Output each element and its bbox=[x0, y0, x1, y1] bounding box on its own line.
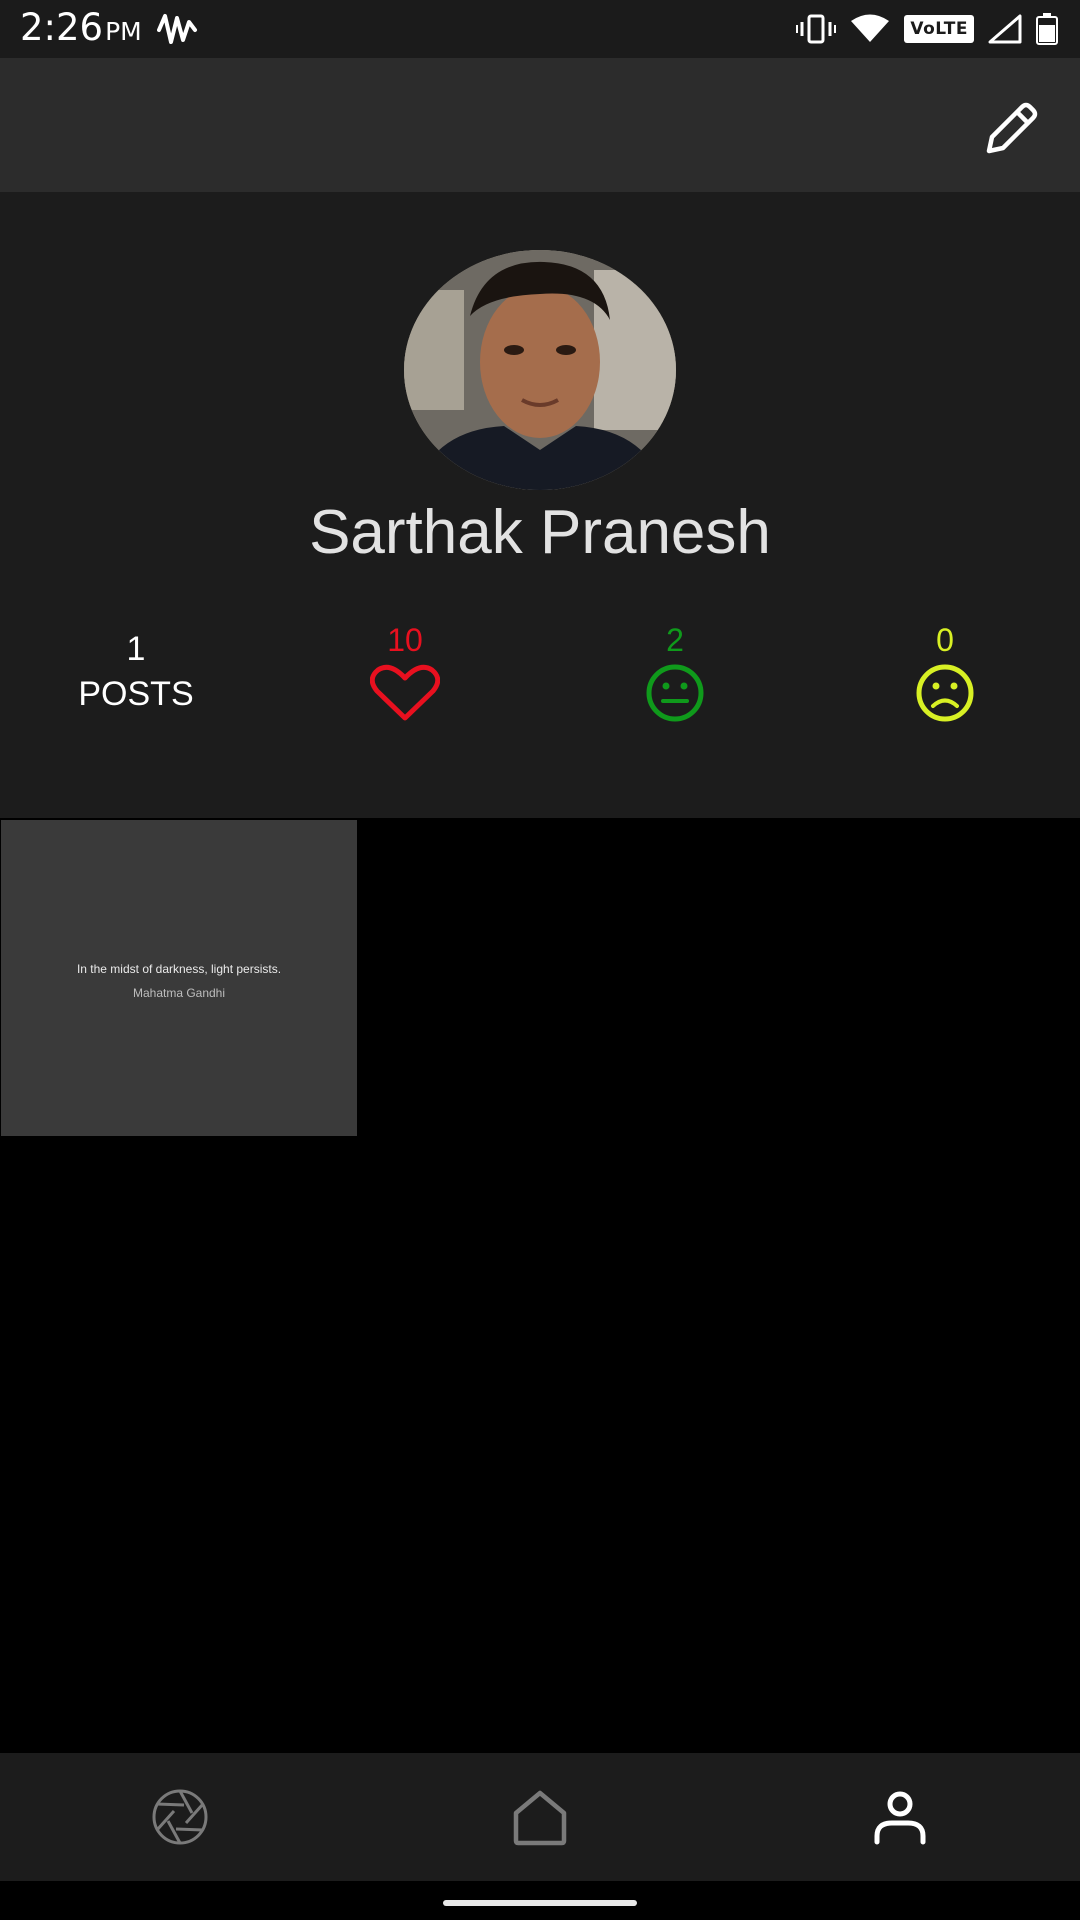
edit-profile-button[interactable] bbox=[978, 98, 1042, 162]
home-icon bbox=[513, 1790, 567, 1846]
nav-home[interactable] bbox=[360, 1753, 720, 1881]
signal-icon bbox=[988, 14, 1022, 44]
post-author: Mahatma Gandhi bbox=[132, 986, 226, 1000]
stats-row: 1 POSTS 10 2 0 bbox=[0, 622, 1080, 742]
post-tile[interactable]: In the midst of darkness, light persists… bbox=[1, 820, 357, 1136]
avatar[interactable] bbox=[404, 250, 676, 490]
love-stat[interactable]: 10 bbox=[305, 622, 505, 722]
app-bar bbox=[0, 58, 1080, 192]
neutral-count: 2 bbox=[666, 622, 684, 658]
sad-face-icon bbox=[916, 664, 974, 722]
camera-aperture-icon bbox=[152, 1789, 208, 1845]
profile-header: Sarthak Pranesh 1 POSTS 10 2 0 bbox=[0, 192, 1080, 818]
nav-profile[interactable] bbox=[720, 1753, 1080, 1881]
volte-badge: VoLTE bbox=[904, 15, 974, 43]
sound-wave-icon bbox=[157, 14, 197, 44]
posts-count: 1 bbox=[126, 630, 146, 668]
neutral-face-icon bbox=[646, 664, 704, 722]
post-quote: In the midst of darkness, light persists… bbox=[76, 962, 282, 976]
heart-icon bbox=[370, 664, 440, 721]
bottom-nav bbox=[0, 1753, 1080, 1881]
neutral-stat[interactable]: 2 bbox=[575, 622, 775, 722]
battery-icon bbox=[1036, 13, 1058, 45]
sad-stat[interactable]: 0 bbox=[845, 622, 1045, 722]
posts-label: POSTS bbox=[78, 675, 194, 713]
vibrate-icon bbox=[796, 14, 837, 44]
gesture-bar bbox=[0, 1881, 1080, 1920]
wifi-icon bbox=[851, 14, 890, 42]
home-gesture-handle[interactable] bbox=[443, 1900, 637, 1906]
pencil-icon bbox=[986, 102, 1038, 154]
sad-count: 0 bbox=[936, 622, 954, 658]
user-name: Sarthak Pranesh bbox=[309, 498, 771, 567]
posts-stat: 1 POSTS bbox=[36, 630, 236, 714]
status-time: 2:26PM bbox=[20, 6, 142, 49]
posts-grid: In the midst of darkness, light persists… bbox=[0, 818, 1080, 1753]
love-count: 10 bbox=[387, 622, 423, 658]
status-bar: 2:26PM VoLTE bbox=[0, 0, 1080, 58]
nav-camera[interactable] bbox=[0, 1753, 360, 1881]
profile-icon bbox=[874, 1791, 926, 1845]
